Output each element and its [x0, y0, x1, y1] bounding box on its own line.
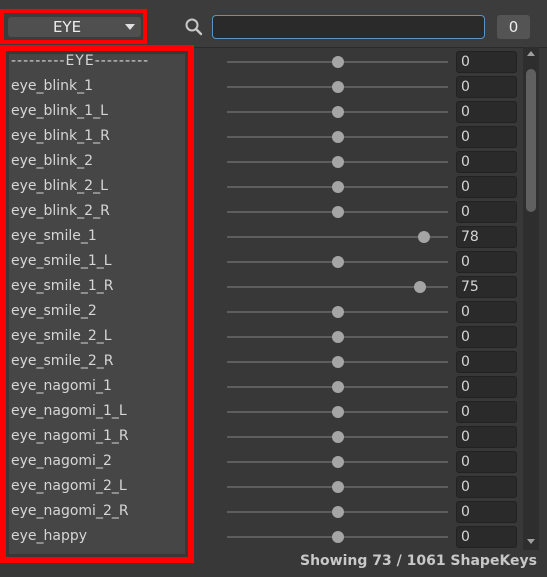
shapekey-row: eye_smile_1 78: [0, 224, 547, 249]
slider-thumb[interactable]: [331, 306, 344, 318]
shapekey-value-field[interactable]: 0: [456, 401, 517, 423]
slider-thumb[interactable]: [417, 231, 430, 243]
shapekey-slider[interactable]: [227, 236, 448, 238]
slider-thumb[interactable]: [331, 506, 344, 518]
category-dropdown-highlight: EYE: [0, 9, 147, 44]
slider-thumb[interactable]: [331, 206, 344, 218]
shapekey-name: eye_happy: [11, 528, 88, 544]
shapekey-name: eye_blink_1_L: [11, 103, 108, 119]
shapekey-row: eye_smile_1_R 75: [0, 274, 547, 299]
shapekey-row: eye_blink_1_L 0: [0, 99, 547, 124]
shapekey-name: eye_nagomi_1_L: [11, 403, 127, 419]
shapekey-row: eye_smile_2_R 0: [0, 349, 547, 374]
shapekey-row: ---------EYE--------- 0: [0, 49, 547, 74]
shapekey-row: eye_blink_1 0: [0, 74, 547, 99]
shapekey-name: eye_smile_1: [11, 228, 97, 244]
shapekey-row: eye_happy 0: [0, 524, 547, 549]
shapekey-row: eye_nagomi_2 0: [0, 449, 547, 474]
shapekey-value-field[interactable]: 0: [456, 376, 517, 398]
shapekey-name: eye_nagomi_1: [11, 378, 112, 394]
result-count: 0: [497, 15, 530, 39]
shapekey-name: eye_smile_2: [11, 303, 97, 319]
shapekey-value-field[interactable]: 0: [456, 51, 517, 73]
shapekey-row: eye_blink_1_R 0: [0, 124, 547, 149]
vertical-scrollbar[interactable]: [523, 47, 539, 550]
shapekey-row: eye_nagomi_2_R 0: [0, 499, 547, 524]
slider-thumb[interactable]: [331, 356, 344, 368]
shapekey-row: eye_nagomi_1 0: [0, 374, 547, 399]
slider-thumb[interactable]: [331, 481, 344, 493]
scroll-down-arrow-icon[interactable]: [527, 539, 535, 544]
shapekey-value-field[interactable]: 0: [456, 526, 517, 548]
slider-thumb[interactable]: [414, 281, 427, 293]
shapekey-row: eye_nagomi_1_R 0: [0, 424, 547, 449]
shapekey-name: ---------EYE---------: [11, 53, 150, 69]
shapekey-value-field[interactable]: 0: [456, 476, 517, 498]
search-icon: [185, 18, 203, 36]
shapekey-value-field[interactable]: 0: [456, 351, 517, 373]
slider-thumb[interactable]: [331, 431, 344, 443]
shapekey-value-field[interactable]: 0: [456, 176, 517, 198]
shapekey-name: eye_blink_1: [11, 78, 94, 94]
slider-thumb[interactable]: [331, 331, 344, 343]
shapekey-value-field[interactable]: 75: [456, 276, 517, 298]
slider-thumb[interactable]: [331, 531, 344, 543]
shapekey-row: eye_smile_2_L 0: [0, 324, 547, 349]
shapekey-row: eye_smile_1_L 0: [0, 249, 547, 274]
scrollbar-thumb[interactable]: [526, 69, 536, 212]
shapekey-value-field[interactable]: 0: [456, 326, 517, 348]
slider-thumb[interactable]: [331, 56, 344, 68]
shapekey-row: eye_nagomi_1_L 0: [0, 399, 547, 424]
shapekey-name: eye_smile_2_R: [11, 353, 114, 369]
shapekey-name: eye_nagomi_1_R: [11, 428, 129, 444]
toolbar: EYE 0: [0, 0, 547, 48]
shapekey-value-field[interactable]: 0: [456, 151, 517, 173]
shapekey-name: eye_nagomi_2: [11, 453, 112, 469]
shapekey-value-field[interactable]: 0: [456, 251, 517, 273]
slider-thumb[interactable]: [331, 131, 344, 143]
shapekey-row: eye_smile_2 0: [0, 299, 547, 324]
shapekey-value-field[interactable]: 0: [456, 501, 517, 523]
shapekey-row: eye_blink_2_R 0: [0, 199, 547, 224]
slider-thumb[interactable]: [331, 181, 344, 193]
status-text: Showing 73 / 1061 ShapeKeys: [299, 553, 537, 569]
shapekey-name: eye_blink_2_L: [11, 178, 108, 194]
shapekey-name: eye_smile_2_L: [11, 328, 112, 344]
shapekey-value-field[interactable]: 78: [456, 226, 517, 248]
chevron-down-icon: [125, 24, 135, 30]
slider-thumb[interactable]: [331, 456, 344, 468]
search-input[interactable]: [212, 15, 485, 39]
slider-thumb[interactable]: [331, 81, 344, 93]
slider-thumb[interactable]: [331, 156, 344, 168]
category-dropdown-label: EYE: [52, 18, 82, 36]
shapekey-row: eye_blink_2_L 0: [0, 174, 547, 199]
shapekey-value-field[interactable]: 0: [456, 451, 517, 473]
shapekey-value-field[interactable]: 0: [456, 76, 517, 98]
shapekey-name: eye_smile_1_R: [11, 278, 114, 294]
slider-thumb[interactable]: [331, 256, 344, 268]
scroll-up-arrow-icon[interactable]: [527, 51, 535, 56]
shapekey-value-field[interactable]: 0: [456, 301, 517, 323]
shapekey-value-field[interactable]: 0: [456, 426, 517, 448]
category-dropdown[interactable]: EYE: [8, 17, 141, 37]
shapekey-name: eye_blink_2: [11, 153, 94, 169]
shapekey-value-field[interactable]: 0: [456, 201, 517, 223]
shapekey-value-field[interactable]: 0: [456, 126, 517, 148]
shapekey-row: eye_blink_2 0: [0, 149, 547, 174]
slider-thumb[interactable]: [331, 381, 344, 393]
shapekey-name: eye_nagomi_2_L: [11, 478, 127, 494]
slider-thumb[interactable]: [331, 406, 344, 418]
shapekey-name: eye_nagomi_2_R: [11, 503, 129, 519]
shapekey-name: eye_smile_1_L: [11, 253, 112, 269]
shapekey-name: eye_blink_2_R: [11, 203, 110, 219]
slider-thumb[interactable]: [331, 106, 344, 118]
shapekey-value-field[interactable]: 0: [456, 101, 517, 123]
shapekey-name: eye_blink_1_R: [11, 128, 110, 144]
shapekey-row: eye_nagomi_2_L 0: [0, 474, 547, 499]
